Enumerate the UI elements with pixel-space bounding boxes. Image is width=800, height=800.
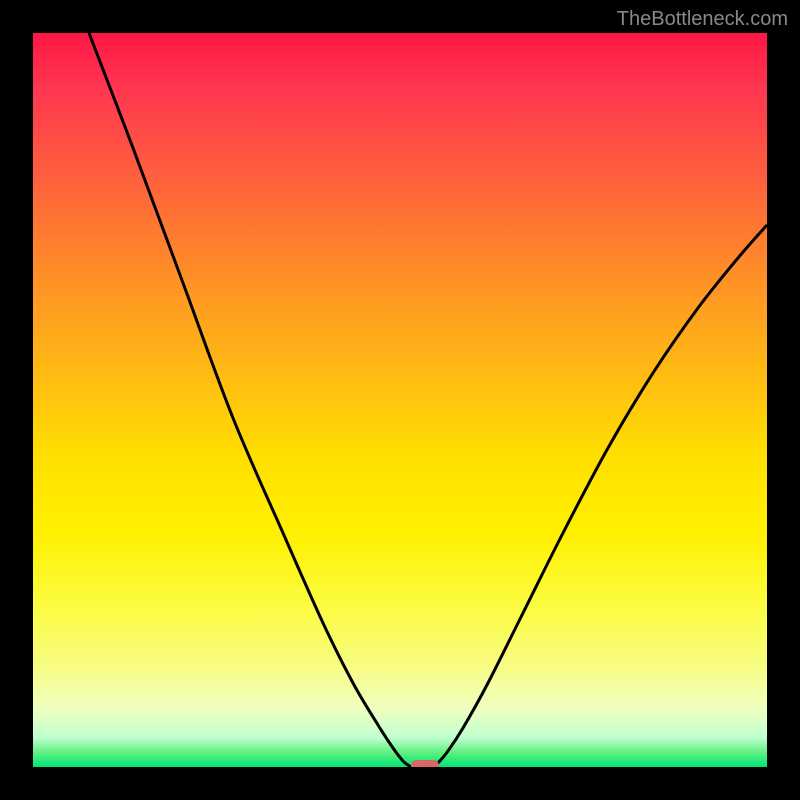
chart-container: [33, 33, 767, 767]
minimum-marker: [411, 760, 439, 767]
left-curve-path: [89, 33, 411, 767]
watermark-text: TheBottleneck.com: [617, 8, 788, 31]
right-curve-path: [433, 225, 767, 767]
curve-svg: [33, 33, 767, 767]
